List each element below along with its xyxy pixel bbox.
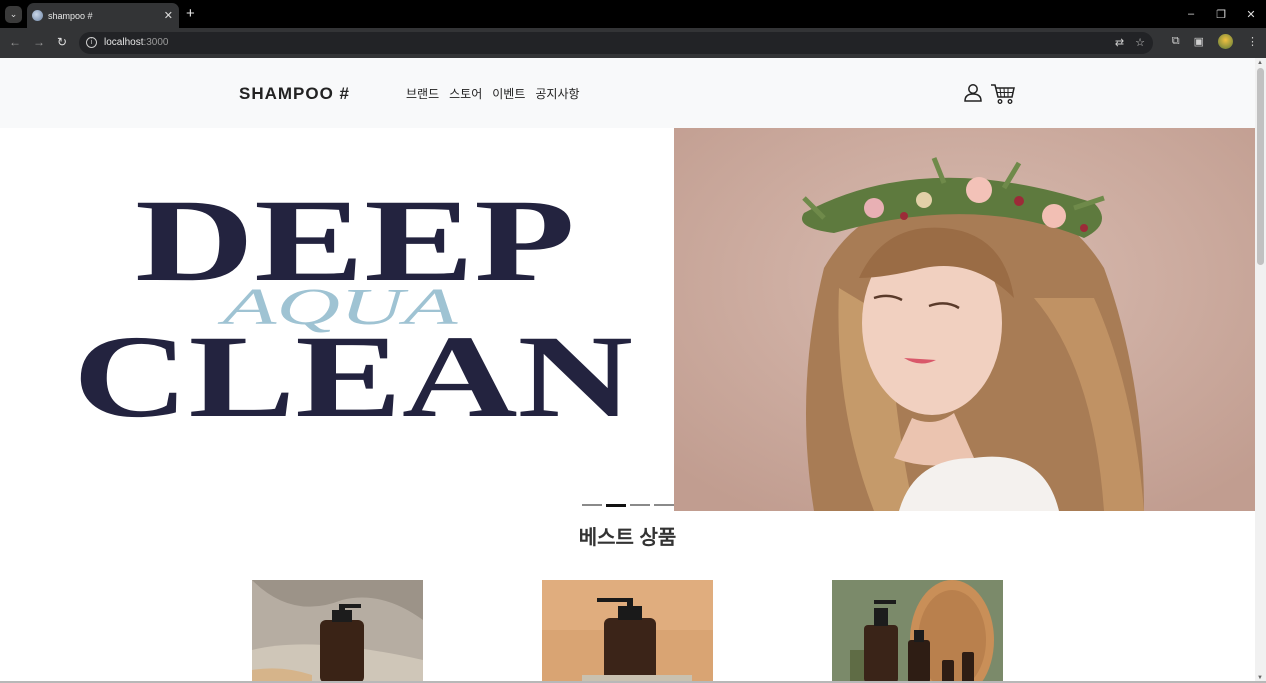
back-icon[interactable]: ← — [9, 35, 21, 49]
reload-icon[interactable]: ↻ — [57, 35, 67, 49]
site-logo[interactable]: SHAMPOO # — [239, 84, 350, 104]
menu-kebab-icon[interactable]: ⋮ — [1247, 35, 1258, 48]
nav-item-brand[interactable]: 브랜드 — [406, 85, 439, 102]
hero-model-image — [674, 128, 1255, 511]
nav-item-notice[interactable]: 공지사항 — [535, 85, 579, 102]
site-header: SHAMPOO # 브랜드 스토어 이벤트 공지사항 — [0, 58, 1255, 128]
tab-search-button[interactable]: ⌄ — [5, 6, 22, 23]
browser-tab-bar: ⌄ shampoo # ✕ + – ❐ ✕ — [0, 0, 1266, 28]
url-text: localhost:3000 — [104, 37, 169, 48]
nav-item-event[interactable]: 이벤트 — [492, 85, 525, 102]
nav-item-store[interactable]: 스토어 — [449, 85, 482, 102]
page-viewport: SHAMPOO # 브랜드 스토어 이벤트 공지사항 DEEP AQUA CLE… — [0, 58, 1255, 683]
scroll-up-arrow-icon[interactable]: ▲ — [1257, 60, 1263, 66]
scrollbar-thumb[interactable] — [1257, 68, 1264, 265]
restore-icon[interactable]: ❐ — [1206, 8, 1236, 21]
carousel-indicator-active[interactable] — [606, 504, 626, 507]
hero-headline: DEEP AQUA CLEAN — [73, 186, 633, 426]
close-tab-icon[interactable]: ✕ — [164, 9, 173, 22]
carousel-indicator[interactable] — [654, 504, 674, 506]
carousel-indicators — [582, 504, 674, 507]
address-bar[interactable]: i localhost:3000 ⇄ ☆ — [79, 32, 1153, 54]
side-panel-icon[interactable]: ▣ — [1194, 35, 1204, 48]
product-card-image[interactable] — [252, 580, 423, 683]
best-products-title: 베스트 상품 — [578, 527, 677, 549]
bookmark-star-icon[interactable]: ☆ — [1135, 36, 1145, 49]
tab-title: shampoo # — [48, 10, 93, 21]
user-icon[interactable] — [963, 83, 983, 103]
carousel-indicator[interactable] — [630, 504, 650, 506]
site-info-icon[interactable]: i — [86, 37, 97, 48]
translate-icon[interactable]: ⇄ — [1115, 36, 1124, 49]
profile-avatar[interactable] — [1218, 34, 1233, 49]
carousel-indicator[interactable] — [582, 504, 602, 506]
forward-icon[interactable]: → — [33, 35, 45, 49]
hero-carousel[interactable]: DEEP AQUA CLEAN — [0, 128, 1255, 511]
cart-icon[interactable] — [990, 83, 1016, 105]
product-card-image[interactable] — [542, 580, 713, 683]
page-scrollbar[interactable]: ▲ ▼ — [1255, 58, 1266, 683]
window-controls: – ❐ ✕ — [1176, 0, 1266, 28]
hero-word-clean: CLEAN — [73, 311, 633, 426]
main-nav: 브랜드 스토어 이벤트 공지사항 — [406, 85, 580, 102]
minimize-icon[interactable]: – — [1176, 8, 1206, 20]
browser-toolbar: ← → ↻ i localhost:3000 ⇄ ☆ ⧉ ▣ ⋮ — [0, 28, 1266, 58]
browser-tab[interactable]: shampoo # ✕ — [27, 3, 179, 28]
new-tab-button[interactable]: + — [186, 5, 195, 22]
product-card-image[interactable] — [832, 580, 1003, 683]
favicon-icon — [32, 10, 43, 21]
extensions-icon[interactable]: ⧉ — [1172, 35, 1180, 48]
close-window-icon[interactable]: ✕ — [1236, 8, 1266, 21]
